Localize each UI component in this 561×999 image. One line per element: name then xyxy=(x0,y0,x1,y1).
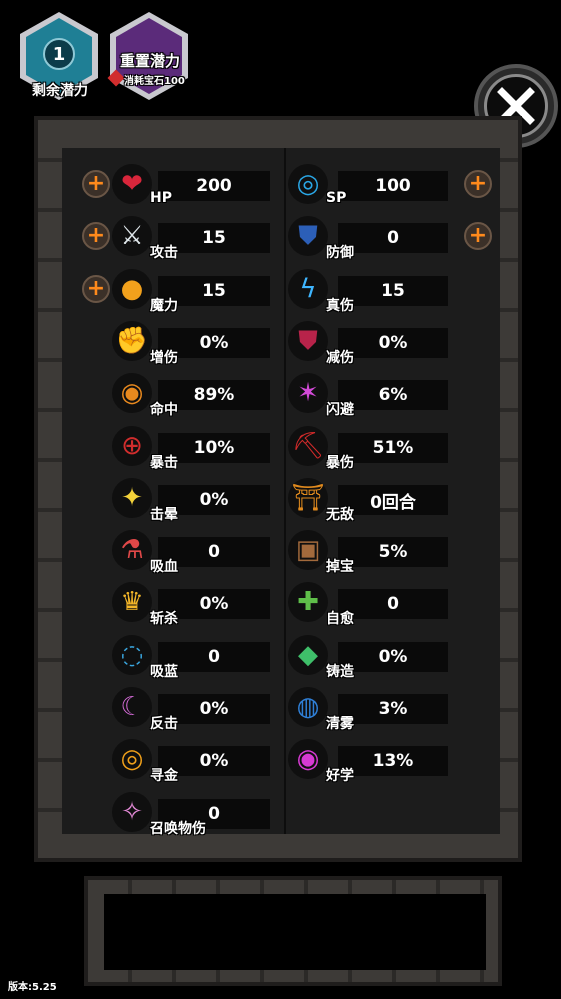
stat-value: 0% xyxy=(338,642,448,672)
add-left-stat-1-button[interactable]: + xyxy=(82,222,110,250)
stat-label: 寻金 xyxy=(150,768,178,784)
stat-value: 6% xyxy=(338,380,448,410)
stat-label: 防御 xyxy=(326,245,354,261)
add-left-stat-2-button[interactable]: + xyxy=(82,275,110,303)
stat-label: 召唤物伤 xyxy=(150,821,206,837)
stat-label: 清雾 xyxy=(326,716,354,732)
reset-potential-title[interactable]: 重置潜力 xyxy=(110,50,190,71)
stat-label: 真伤 xyxy=(326,298,354,314)
stat-label: 无敌 xyxy=(326,507,354,523)
learning-orb-icon: ◉ xyxy=(288,739,328,779)
stat-value: 200 xyxy=(158,171,270,201)
stat-value: 0% xyxy=(338,328,448,358)
stat-value: 51% xyxy=(338,433,448,463)
stat-label: 吸血 xyxy=(150,559,178,575)
stat-value: 0 xyxy=(338,223,448,253)
stat-label: 命中 xyxy=(150,402,178,418)
add-right-stat-0-button[interactable]: + xyxy=(464,170,492,198)
add-right-stat-1-button[interactable]: + xyxy=(464,222,492,250)
green-diamond-icon: ◆ xyxy=(288,635,328,675)
stat-label: 好学 xyxy=(326,768,354,784)
stat-label: SP xyxy=(326,190,347,206)
fog-orb-icon: ◍ xyxy=(288,687,328,727)
stat-label: 增伤 xyxy=(150,350,178,366)
stun-stars-icon: ✦ xyxy=(112,478,152,518)
swirl-icon: ◎ xyxy=(288,164,328,204)
pickaxe-icon: ⛏ xyxy=(288,426,328,466)
heart-icon: ❤ xyxy=(112,164,152,204)
stat-label: 闪避 xyxy=(326,402,354,418)
crescent-slash-icon: ☾ xyxy=(112,687,152,727)
bubbles-icon: ◌ xyxy=(112,635,152,675)
magic-orb-icon: ● xyxy=(112,269,152,309)
stat-value: 100 xyxy=(338,171,448,201)
stat-label: 吸蓝 xyxy=(150,664,178,680)
stat-label: 反击 xyxy=(150,716,178,732)
remaining-potential-label: 剩余潜力 xyxy=(32,83,88,99)
stat-label: 掉宝 xyxy=(326,559,354,575)
version-label: 版本:5.25 xyxy=(8,982,57,993)
red-shield-icon: ⛊ xyxy=(288,321,328,361)
stat-value: 13% xyxy=(338,746,448,776)
crossed-swords-icon: ⚔ xyxy=(112,216,152,256)
stat-label: 击晕 xyxy=(150,507,178,523)
stat-label: 暴伤 xyxy=(326,455,354,471)
stat-label: HP xyxy=(150,190,172,206)
stat-label: 铸造 xyxy=(326,664,354,680)
plus-icon: + xyxy=(86,223,106,248)
stat-value: 0回合 xyxy=(338,485,448,515)
message-panel xyxy=(104,894,486,970)
stat-label: 斩杀 xyxy=(150,611,178,627)
stat-value: 3% xyxy=(338,694,448,724)
eye-icon: ◉ xyxy=(112,373,152,413)
stat-label: 暴击 xyxy=(150,455,178,471)
summon-claw-icon: ✧ xyxy=(112,792,152,832)
stat-value: 5% xyxy=(338,537,448,567)
stat-value: 15 xyxy=(338,276,448,306)
plus-icon: + xyxy=(86,276,106,301)
stat-label: 魔力 xyxy=(150,298,178,314)
lightning-icon: ϟ xyxy=(288,269,328,309)
crosshair-icon: ⊕ xyxy=(112,426,152,466)
column-divider xyxy=(284,148,286,834)
plus-icon: + xyxy=(468,223,488,248)
plus-icon: + xyxy=(86,171,106,196)
remaining-potential-value: 1 xyxy=(43,38,75,70)
stat-value: 0 xyxy=(338,589,448,619)
gate-icon: ⛩ xyxy=(288,478,328,518)
reset-potential-cost: 消耗宝石100 xyxy=(124,76,185,87)
stat-label: 减伤 xyxy=(326,350,354,366)
blood-vial-icon: ⚗ xyxy=(112,530,152,570)
stat-label: 自愈 xyxy=(326,611,354,627)
fist-icon: ✊ xyxy=(112,321,152,361)
add-left-stat-0-button[interactable]: + xyxy=(82,170,110,198)
stat-label: 攻击 xyxy=(150,245,178,261)
healing-hand-icon: ✚ xyxy=(288,582,328,622)
dodge-figure-icon: ✶ xyxy=(288,373,328,413)
treasure-chest-icon: ▣ xyxy=(288,530,328,570)
gold-coin-icon: ◎ xyxy=(112,739,152,779)
plus-icon: + xyxy=(468,171,488,196)
crown-slash-icon: ♛ xyxy=(112,582,152,622)
shield-icon: ⛊ xyxy=(288,216,328,256)
